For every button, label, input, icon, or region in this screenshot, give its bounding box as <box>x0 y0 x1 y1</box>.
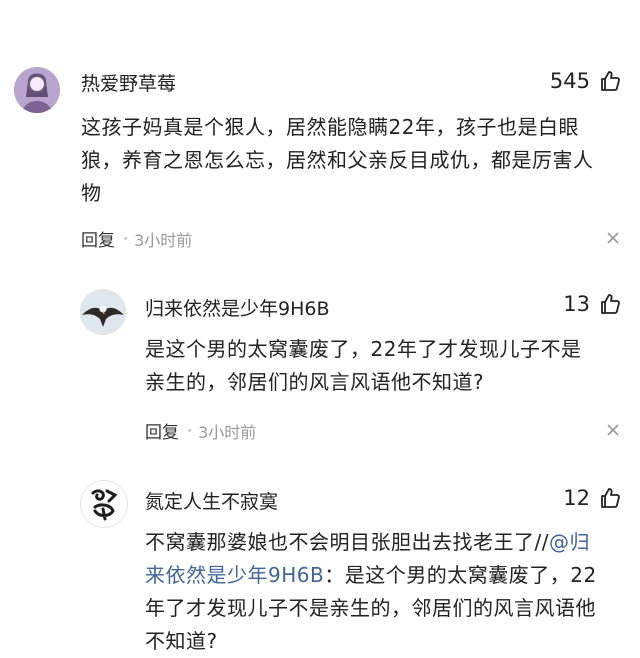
comment-text-segment: ：是这个男的太窝囊废了，22 <box>324 563 597 587</box>
comment-text-segment: 不窝囊那婆娘也不会明目张胆出去找老王了// <box>145 530 549 554</box>
comment-line: 这孩子妈真是个狠人，居然能隐瞒22年，孩子也是白眼 <box>81 115 579 139</box>
mention-link[interactable]: @归 <box>549 530 590 554</box>
comment-text: 是这个男的太窝囊废了，22年了才发现儿子不是 亲生的，邻居们的风言风语他不知道? <box>145 333 625 399</box>
avatar-image <box>14 67 60 113</box>
avatar[interactable] <box>80 480 128 528</box>
username[interactable]: 归来依然是少年9H6B <box>145 294 330 321</box>
comment-line: 物 <box>81 181 102 205</box>
comment-text: 不窝囊那婆娘也不会明目张胆出去找老王了//@归 来依然是少年9H6B：是这个男的… <box>145 526 630 658</box>
reply-button[interactable]: 回复 <box>145 418 179 443</box>
close-icon[interactable] <box>606 231 620 245</box>
thumbs-up-icon <box>601 294 620 314</box>
comment-line: 不窝囊那婆娘也不会明目张胆出去找老王了//@归 <box>145 526 630 559</box>
comment-line: 亲生的，邻居们的风言风语他不知道? <box>145 370 485 394</box>
comment-line: 狼，养育之恩怎么忘，居然和父亲反目成仇，都是厉害人 <box>81 148 594 172</box>
close-icon[interactable] <box>606 423 620 437</box>
separator-dot: · <box>123 229 129 248</box>
calligraphy-avatar-image <box>81 481 127 527</box>
comment-line: 不知道? <box>145 629 218 653</box>
like-button[interactable]: 545 <box>550 69 622 93</box>
comment-line: 来依然是少年9H6B：是这个男的太窝囊废了，22 <box>145 559 630 592</box>
avatar[interactable] <box>14 67 60 113</box>
comment-meta: 回复 · 3小时前 <box>81 226 192 251</box>
like-count: 13 <box>563 292 590 316</box>
comment-text: 这孩子妈真是个狠人，居然能隐瞒22年，孩子也是白眼 狼，养育之恩怎么忘，居然和父… <box>81 111 621 210</box>
timestamp: 3小时前 <box>134 230 193 250</box>
avatar[interactable] <box>80 289 126 335</box>
thumbs-up-icon <box>601 71 620 91</box>
eagle-avatar-image <box>80 289 126 335</box>
comment-meta: 回复 · 3小时前 <box>145 418 256 443</box>
username[interactable]: 热爱野草莓 <box>81 69 176 96</box>
username[interactable]: 氮定人生不寂寞 <box>145 487 278 514</box>
thumbs-up-icon <box>601 488 620 508</box>
comment-line: 是这个男的太窝囊废了，22年了才发现儿子不是 <box>145 337 582 361</box>
comment-line: 年了才发现儿子不是亲生的，邻居们的风言风语他 <box>145 596 596 620</box>
reply-button[interactable]: 回复 <box>81 226 115 251</box>
like-button[interactable]: 12 <box>563 486 622 510</box>
like-count: 545 <box>549 69 590 93</box>
timestamp: 3小时前 <box>198 422 257 442</box>
mention-link[interactable]: 来依然是少年9H6B <box>145 563 324 587</box>
like-count: 12 <box>563 486 590 510</box>
like-button[interactable]: 13 <box>563 292 622 316</box>
separator-dot: · <box>187 421 193 440</box>
